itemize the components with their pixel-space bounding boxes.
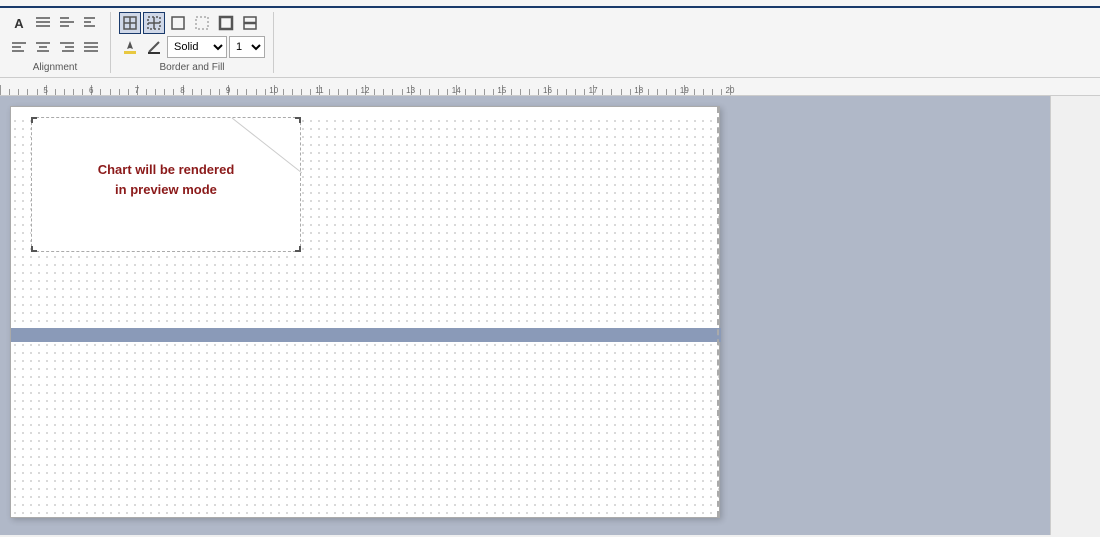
align-justify-button[interactable] [80, 36, 102, 58]
top-accent-bar [0, 0, 1100, 8]
alignment-section: A [8, 12, 111, 73]
border-width-select[interactable]: 1 2 3 4 [229, 36, 265, 58]
border-outer-button[interactable] [167, 12, 189, 34]
alignment-label: Alignment [8, 62, 102, 73]
chart-placeholder-text: Chart will be rendered in preview mode [98, 160, 235, 202]
main-area: Chart will be rendered in preview mode [0, 96, 1100, 535]
alignment-row2 [8, 36, 102, 58]
lines-icon-1[interactable] [32, 12, 54, 34]
align-left-button[interactable] [8, 36, 30, 58]
chart-placeholder: Chart will be rendered in preview mode [31, 117, 301, 252]
border-custom-button[interactable] [239, 12, 261, 34]
border-grid-row1 [119, 12, 261, 34]
document-area[interactable]: Chart will be rendered in preview mode [0, 96, 1050, 535]
alignment-row1: A [8, 12, 102, 34]
ruler-canvas: 567891011121314151617181920 [0, 78, 1100, 95]
selected-row [11, 328, 721, 342]
border-thick-button[interactable] [215, 12, 237, 34]
align-center-button[interactable] [32, 36, 54, 58]
lines-icon-3[interactable] [80, 12, 102, 34]
right-sidebar [1050, 96, 1100, 535]
page: Chart will be rendered in preview mode [10, 106, 720, 518]
border-none-button[interactable] [191, 12, 213, 34]
border-style-select[interactable]: Solid Dashed Dotted [167, 36, 227, 58]
border-fill-label: Border and Fill [119, 62, 265, 73]
line-color-button[interactable] [143, 36, 165, 58]
border-inner-button[interactable] [143, 12, 165, 34]
fill-color-button[interactable] [119, 36, 141, 58]
border-controls-row2: Solid Dashed Dotted 1 2 3 4 [119, 36, 265, 58]
page-right-border [717, 107, 719, 517]
toolbar: A [0, 8, 1100, 78]
lines-icon-2[interactable] [56, 12, 78, 34]
border-all-button[interactable] [119, 12, 141, 34]
align-right-button[interactable] [56, 36, 78, 58]
ruler: 567891011121314151617181920 [0, 78, 1100, 96]
text-align-button[interactable]: A [8, 12, 30, 34]
page-content: Chart will be rendered in preview mode [11, 117, 719, 517]
border-fill-section: Solid Dashed Dotted 1 2 3 4 Border and F… [111, 12, 274, 73]
